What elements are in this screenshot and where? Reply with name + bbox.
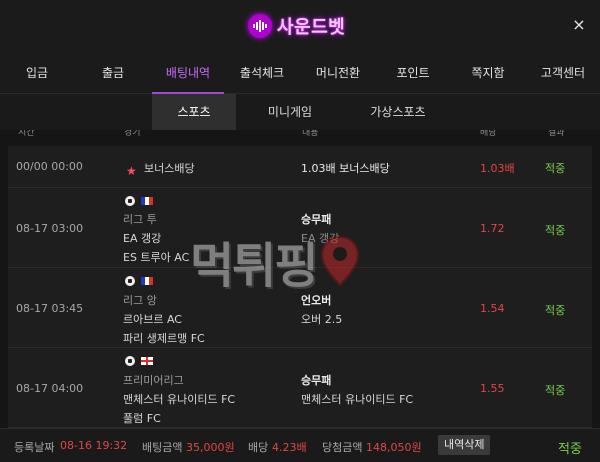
row-flags [125,276,153,286]
bet-summary: 등록날짜 08-16 19:32 배팅금액 35,000원 배당 4.23배 당… [0,428,600,462]
win-value: 148,050원 [366,441,422,454]
soccer-ball-icon [125,276,135,286]
row-result: 적중 [545,304,566,317]
row-odds: 1.54 [480,302,505,315]
row-league: 프리미어리그 [123,374,184,387]
row-flags [125,356,153,366]
row-bet-type: 승무패 [301,374,332,387]
column-headers: 시간 경기 내용 배당 결과 [0,130,600,140]
bet-list: 00/00 00:00 ★ 보너스배당 1.03배 보너스배당 1.03배 적중… [8,140,592,430]
subtab-virtual-sports[interactable]: 가상스포츠 [350,94,446,130]
france-flag-icon [141,197,153,205]
row-league: 리그 투 [123,213,157,226]
col-content: 내용 [302,130,319,138]
tab-bet-history[interactable]: 배팅내역 [152,52,224,94]
logo: 사운드벳 [248,12,345,40]
col-time: 시간 [18,130,35,138]
row-bet-type: 1.03배 보너스배당 [301,162,390,175]
date-label: 등록날짜 [14,441,55,454]
table-row: 리그 앙 르아브르 AC 파리 생제르맹 FC 08-17 03:45 언오버 … [8,268,592,348]
modal-header: 사운드벳 × [0,0,600,52]
total-odds-label: 배당 [248,441,269,454]
table-row: 리그 투 EA 갱강 ES 트루아 AC 08-17 03:00 승무패 EA … [8,188,592,268]
summary-result: 적중 [558,442,582,457]
england-flag-icon [141,357,153,365]
amount-label: 배팅금액 [142,441,183,454]
sub-tabs: 스포츠 미니게임 가상스포츠 [0,94,600,130]
main-tabs: 입금 출금 배팅내역 출석체크 머니전환 포인트 쪽지함 고객센터 [0,52,600,94]
row-result: 적중 [545,384,566,397]
table-row: 00/00 00:00 ★ 보너스배당 1.03배 보너스배당 1.03배 적중 [8,146,592,188]
row-game: 보너스배당 [144,162,195,175]
col-odds: 배당 [480,130,497,138]
tab-points[interactable]: 포인트 [376,52,450,94]
soccer-ball-icon [125,356,135,366]
close-icon[interactable]: × [570,16,588,34]
row-bet-pick: 맨체스터 유나이티드 FC [301,393,414,406]
row-away-team: ES 트루아 AC [123,251,190,264]
row-odds: 1.55 [480,382,505,395]
date-value: 08-16 19:32 [60,439,128,452]
row-home-team: 맨체스터 유나이티드 FC [123,393,236,406]
row-result: 적중 [545,162,566,175]
table-row: 프리미어리그 맨체스터 유나이티드 FC 풀럼 FC 08-17 04:00 승… [8,348,592,428]
sound-wave-icon [248,14,272,38]
row-home-team: EA 갱강 [123,232,162,245]
tab-attendance[interactable]: 출석체크 [224,52,300,94]
star-icon: ★ [126,164,137,178]
row-away-team: 파리 생제르맹 FC [123,332,205,345]
row-time: 00/00 00:00 [16,160,83,173]
row-time: 08-17 03:00 [16,222,84,235]
row-league: 리그 앙 [123,294,157,307]
soccer-ball-icon [125,196,135,206]
row-bet-type: 승무패 [301,213,332,226]
subtab-minigame[interactable]: 미니게임 [248,94,332,130]
tab-support[interactable]: 고객센터 [526,52,600,94]
row-bet-pick: 오버 2.5 [301,313,343,326]
row-odds: 1.03배 [480,162,515,175]
col-game: 경기 [124,130,141,138]
total-odds-value: 4.23배 [272,441,307,454]
row-bet-type: 언오버 [301,294,332,307]
tab-withdraw[interactable]: 출금 [74,52,152,94]
tab-messages[interactable]: 쪽지함 [450,52,526,94]
delete-history-button[interactable]: 내역삭제 [438,435,491,455]
win-label: 당첨금액 [322,441,363,454]
tab-deposit[interactable]: 입금 [0,52,74,94]
row-result: 적중 [545,224,566,237]
france-flag-icon [141,277,153,285]
row-time: 08-17 04:00 [16,382,84,395]
row-time: 08-17 03:45 [16,302,84,315]
row-home-team: 르아브르 AC [123,313,182,326]
row-flags [125,196,153,206]
row-away-team: 풀럼 FC [123,412,161,425]
amount-value: 35,000원 [186,441,235,454]
row-odds: 1.72 [480,222,505,235]
logo-text: 사운드벳 [277,17,346,38]
tab-money-exchange[interactable]: 머니전환 [300,52,376,94]
col-result: 결과 [548,130,565,138]
subtab-sports[interactable]: 스포츠 [152,94,236,130]
row-bet-pick: EA 갱강 [301,232,340,245]
